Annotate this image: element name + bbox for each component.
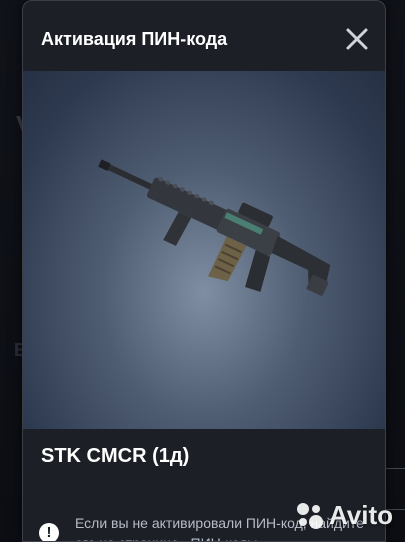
item-preview	[23, 71, 385, 429]
avito-logo-icon	[296, 503, 323, 529]
item-name: STK CMCR (1д)	[41, 445, 190, 467]
modal-title: Активация ПИН-кода	[41, 29, 228, 49]
rifle-image	[98, 159, 331, 296]
pin-activation-modal: Активация ПИН-кода STK CMCR (1д) ! Если …	[22, 0, 386, 542]
watermark-text: Avito	[328, 499, 393, 530]
modal-header: Активация ПИН-кода	[23, 1, 385, 71]
close-button[interactable]	[343, 25, 371, 53]
avito-watermark: Avito	[294, 498, 393, 532]
close-icon	[346, 28, 368, 50]
alert-icon: !	[39, 523, 59, 541]
